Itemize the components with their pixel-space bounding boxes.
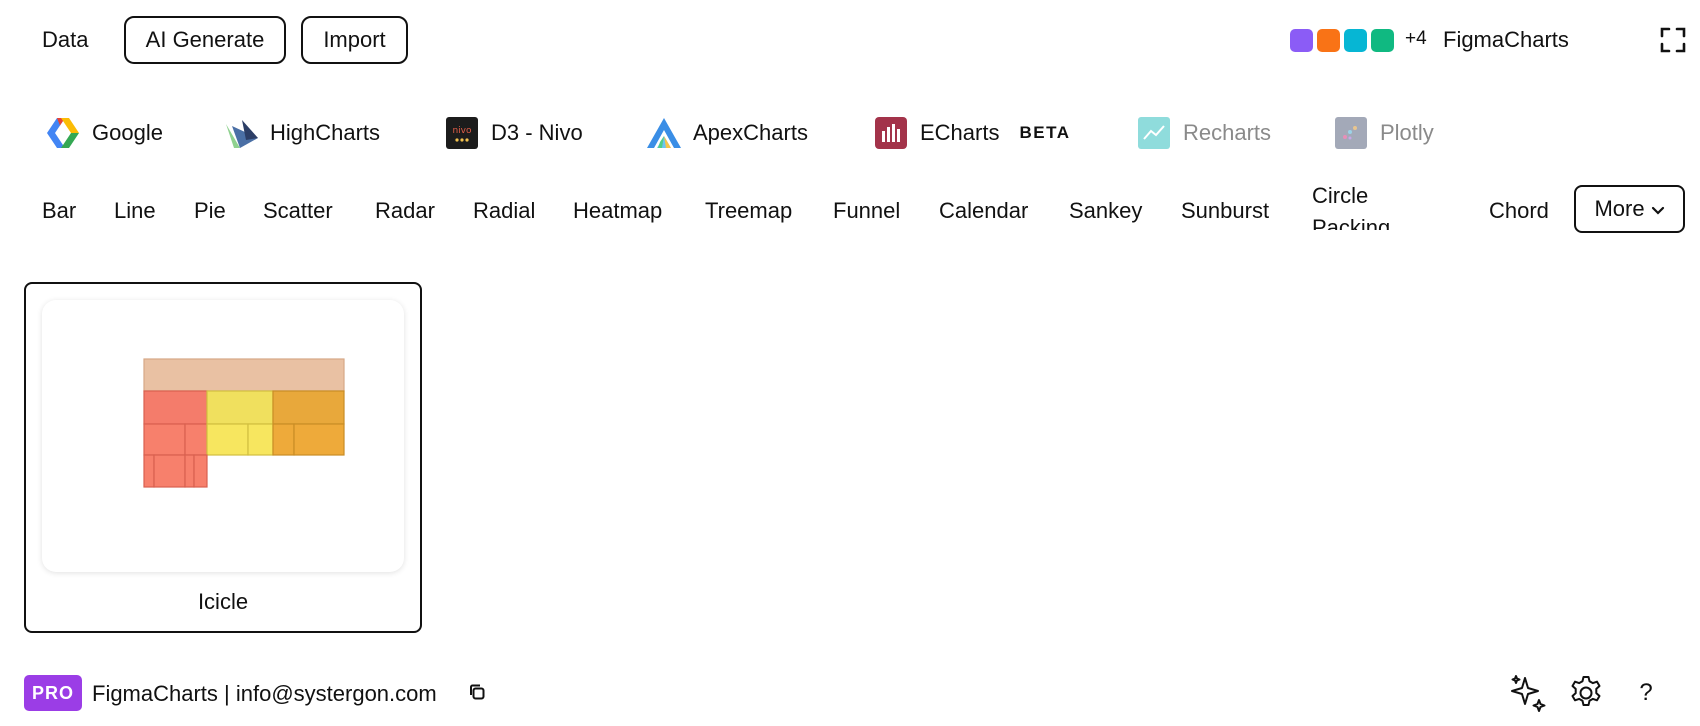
- google-icon: [46, 116, 80, 150]
- ai-generate-button[interactable]: AI Generate: [124, 16, 286, 64]
- chart-type-tabs: Bar Line Pie Scatter Radar Radial Heatma…: [0, 180, 1700, 240]
- plotly-icon: [1334, 116, 1368, 150]
- library-echarts[interactable]: ECharts BETA: [874, 113, 1071, 153]
- footer-contact: FigmaCharts | info@systergon.com: [92, 681, 437, 706]
- copy-icon[interactable]: [468, 683, 488, 703]
- import-button[interactable]: Import: [301, 16, 408, 64]
- chart-preview: [42, 300, 404, 572]
- type-bar[interactable]: Bar: [42, 198, 76, 224]
- swatch-cyan: [1344, 29, 1367, 52]
- type-calendar[interactable]: Calendar: [939, 198, 1028, 224]
- palette-swatches[interactable]: [1290, 29, 1394, 52]
- library-label: Recharts: [1183, 120, 1272, 145]
- type-heatmap[interactable]: Heatmap: [573, 198, 662, 224]
- type-sankey[interactable]: Sankey: [1069, 198, 1142, 224]
- more-dropdown-button[interactable]: More: [1574, 185, 1685, 233]
- library-google[interactable]: Google: [46, 113, 163, 153]
- icicle-preview-icon: [143, 358, 345, 488]
- more-label: More: [1594, 196, 1645, 221]
- type-radar[interactable]: Radar: [375, 198, 435, 224]
- library-highcharts[interactable]: HighCharts: [224, 113, 380, 153]
- sparkles-icon[interactable]: [1508, 673, 1548, 713]
- type-funnel[interactable]: Funnel: [833, 198, 900, 224]
- nivo-icon-text: nivo: [452, 126, 472, 136]
- type-radial[interactable]: Radial: [473, 198, 535, 224]
- library-label: D3 - Nivo: [491, 120, 583, 145]
- echarts-icon: [874, 116, 908, 150]
- library-label: ApexCharts: [693, 120, 808, 145]
- footer: PRO FigmaCharts | info@systergon.com ?: [0, 673, 1700, 715]
- library-apexcharts[interactable]: ApexCharts: [647, 113, 808, 153]
- type-scatter[interactable]: Scatter: [263, 198, 333, 224]
- help-icon[interactable]: ?: [1626, 673, 1666, 713]
- chevron-down-icon: [1651, 196, 1665, 222]
- library-nivo[interactable]: nivo D3 - Nivo: [445, 113, 583, 153]
- type-circle-packing[interactable]: Circle Packing: [1312, 180, 1422, 230]
- type-chord[interactable]: Chord: [1489, 198, 1549, 224]
- library-label: HighCharts: [270, 120, 381, 145]
- type-line[interactable]: Line: [114, 198, 156, 224]
- library-tabs: Google HighCharts nivo D3 - Nivo ApexCha…: [0, 113, 1700, 155]
- chart-card-icicle[interactable]: Icicle: [24, 282, 422, 633]
- apexcharts-icon: [647, 116, 681, 150]
- library-label: Plotly: [1380, 120, 1434, 145]
- highcharts-icon: [224, 116, 258, 150]
- fullscreen-icon[interactable]: [1660, 27, 1686, 53]
- palette-name[interactable]: FigmaCharts: [1443, 27, 1569, 53]
- recharts-icon: [1137, 116, 1171, 150]
- swatch-orange: [1317, 29, 1340, 52]
- library-plotly[interactable]: Plotly: [1334, 113, 1434, 153]
- type-pie[interactable]: Pie: [194, 198, 226, 224]
- top-bar: Data AI Generate Import +4 FigmaCharts: [0, 0, 1700, 82]
- swatch-more-count[interactable]: +4: [1405, 28, 1427, 50]
- swatch-green: [1371, 29, 1394, 52]
- gear-icon[interactable]: [1566, 673, 1606, 713]
- library-label: Google: [92, 120, 163, 145]
- type-sunburst[interactable]: Sunburst: [1181, 198, 1269, 224]
- library-recharts[interactable]: Recharts: [1137, 113, 1271, 153]
- type-treemap[interactable]: Treemap: [705, 198, 792, 224]
- pro-badge: PRO: [24, 675, 82, 711]
- nivo-icon: nivo: [445, 116, 479, 150]
- library-label: ECharts: [920, 120, 1000, 145]
- beta-badge: BETA: [1019, 123, 1071, 142]
- data-tab[interactable]: Data: [42, 27, 88, 53]
- swatch-purple: [1290, 29, 1313, 52]
- card-label: Icicle: [197, 589, 249, 614]
